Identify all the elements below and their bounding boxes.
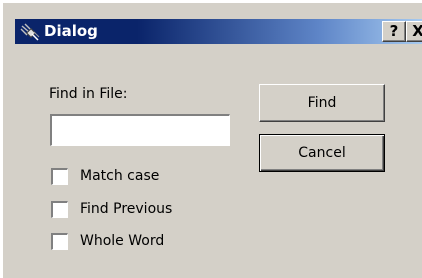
whole-word-label[interactable]: Whole Word xyxy=(80,232,164,250)
close-button[interactable]: X xyxy=(406,21,422,42)
cancel-button[interactable]: Cancel xyxy=(259,134,385,172)
match-case-checkbox[interactable] xyxy=(51,168,68,185)
find-button[interactable]: Find xyxy=(259,84,385,122)
help-button[interactable]: ? xyxy=(382,21,406,42)
find-in-file-input[interactable] xyxy=(50,114,230,146)
satellite-icon xyxy=(20,23,40,41)
match-case-label[interactable]: Match case xyxy=(80,167,159,185)
whole-word-checkbox[interactable] xyxy=(51,233,68,250)
title-bar[interactable]: Dialog ? X xyxy=(15,19,422,44)
window-title: Dialog xyxy=(44,22,98,40)
dialog-window: Dialog ? X Find in File: Find Cancel Mat… xyxy=(3,3,422,278)
find-previous-checkbox[interactable] xyxy=(51,201,68,218)
find-in-file-label: Find in File: xyxy=(49,86,128,102)
find-previous-label[interactable]: Find Previous xyxy=(80,200,172,218)
